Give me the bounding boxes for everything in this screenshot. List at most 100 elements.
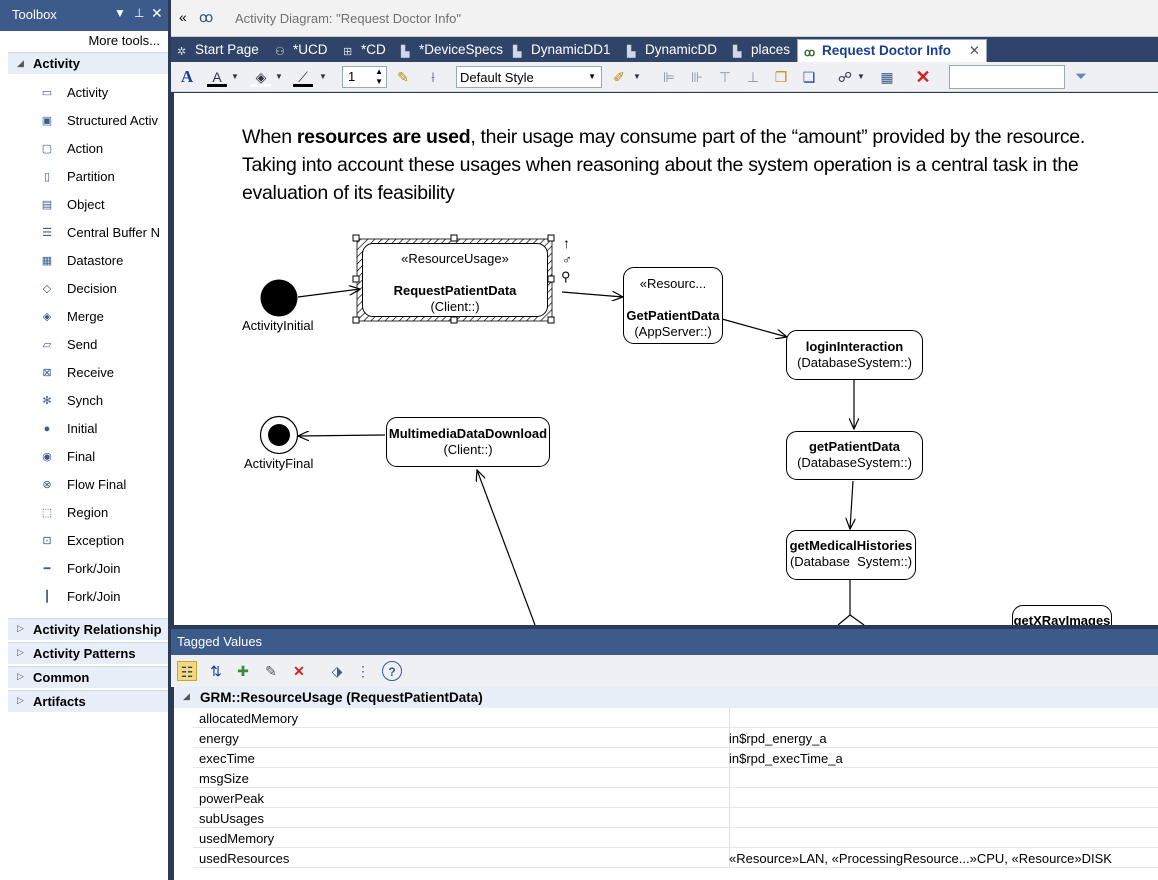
send-to-back-icon[interactable]: ❏ xyxy=(799,67,819,87)
pin-icon[interactable]: ⊥ xyxy=(134,6,144,20)
diagram-canvas[interactable]: When resources are used, their usage may… xyxy=(174,93,1158,625)
toolbox-item[interactable]: ▣ Structured Activ xyxy=(38,107,168,135)
action-request-patient-data[interactable]: «ResourceUsage» RequestPatientData (Clie… xyxy=(362,243,548,317)
flow-edge[interactable] xyxy=(298,435,386,436)
tab-cd[interactable]: ⊞ *CD xyxy=(343,39,386,62)
toolbox-section-common[interactable]: ▷ Common xyxy=(8,666,168,688)
dropdown-arrow-icon[interactable]: ▼ xyxy=(855,67,867,87)
properties-icon[interactable]: ▦ xyxy=(877,67,897,87)
tag-value[interactable]: in$rpd_execTime_a xyxy=(729,751,843,766)
align-top-icon[interactable]: ⊤ xyxy=(715,67,735,87)
bring-to-front-icon[interactable]: ❐ xyxy=(771,67,791,87)
tag-row[interactable]: subUsages xyxy=(193,808,1158,828)
toolbox-item[interactable]: ⬚ Region xyxy=(38,499,168,527)
stepper-arrows-icon[interactable]: ▲ ▼ xyxy=(375,67,383,87)
toolbox-section-artifacts[interactable]: ▷ Artifacts xyxy=(8,690,168,712)
tag-row[interactable]: msgSize xyxy=(193,768,1158,788)
dropdown-arrow-icon[interactable]: ▼ xyxy=(631,67,643,87)
properties-handle-icon[interactable]: ♂ xyxy=(562,252,572,267)
action-get-patient-data-appserver[interactable]: «Resourc... GetPatientData (AppServer::) xyxy=(623,267,723,344)
fill-color-icon[interactable]: ◈ xyxy=(251,67,271,87)
initial-node[interactable] xyxy=(260,279,298,317)
tag-row[interactable]: usedMemory xyxy=(193,828,1158,848)
action-get-medical-histories[interactable]: getMedicalHistories (Database System::) xyxy=(786,530,916,580)
help-icon[interactable]: ? xyxy=(382,661,402,681)
toolbox-item[interactable]: ◇ Decision xyxy=(38,275,168,303)
action-get-xray-images[interactable]: getXRayImages xyxy=(1012,605,1112,625)
toolbox-item[interactable]: ▭ Activity xyxy=(38,79,168,107)
quick-link-arrow-icon[interactable]: ↑ xyxy=(563,235,570,251)
toolbox-item[interactable]: ✻ Synch xyxy=(38,387,168,415)
tag-row[interactable]: energy in$rpd_energy_a xyxy=(193,728,1158,748)
toolbox-item[interactable]: ◉ Final xyxy=(38,443,168,471)
action-get-patient-data-db[interactable]: getPatientData (DatabaseSystem::) xyxy=(786,431,923,480)
flow-edge[interactable] xyxy=(837,614,851,625)
toolbox-item[interactable]: ⊡ Exception xyxy=(38,527,168,555)
eyedropper-icon[interactable]: ⟊ xyxy=(423,67,443,87)
tag-value[interactable]: «Resource»LAN, «ProcessingResource...»CP… xyxy=(729,851,1112,866)
collapse-left-icon[interactable]: « xyxy=(179,9,187,25)
tag-value[interactable]: in$rpd_energy_a xyxy=(729,731,827,746)
sort-alphabetical-icon[interactable]: ⇅ xyxy=(206,661,226,681)
toolbox-item[interactable]: ● Initial xyxy=(38,415,168,443)
zoom-icon[interactable]: ⚲ xyxy=(561,269,571,285)
tab-request-doctor-info[interactable]: ꝏ Request Doctor Info ✕ xyxy=(797,39,987,62)
toolbox-section-activity-patterns[interactable]: ▷ Activity Patterns xyxy=(8,642,168,664)
toolbox-item[interactable]: ┃ Fork/Join xyxy=(38,583,168,611)
dropdown-arrow-icon[interactable]: ▼ xyxy=(229,67,241,87)
flow-edge[interactable] xyxy=(477,470,536,625)
tab-ucd[interactable]: ⚇ *UCD xyxy=(275,39,328,62)
action-login-interaction[interactable]: loginInteraction (DatabaseSystem::) xyxy=(786,330,923,380)
toolbox-item[interactable]: ◈ Merge xyxy=(38,303,168,331)
toolbox-section-activity[interactable]: ◢ Activity xyxy=(8,52,168,74)
flow-edge[interactable] xyxy=(297,289,360,298)
tag-row[interactable]: execTime in$rpd_execTime_a xyxy=(193,748,1158,768)
action-multimedia-data-download[interactable]: MultimediaDataDownload (Client::) xyxy=(386,417,550,467)
tag-row[interactable]: allocatedMemory xyxy=(193,708,1158,728)
flow-edge[interactable] xyxy=(849,614,865,625)
toolbox-item[interactable]: ⊗ Flow Final xyxy=(38,471,168,499)
tab-dynamicdd[interactable]: ▙ DynamicDD xyxy=(627,39,717,62)
font-icon[interactable]: A xyxy=(177,67,197,87)
toolbox-item[interactable]: ▯ Partition xyxy=(38,163,168,191)
style-select[interactable]: Default Style ▼ xyxy=(456,66,602,88)
save-style-icon[interactable]: ✐ xyxy=(609,67,629,87)
toolbox-item[interactable]: ━ Fork/Join xyxy=(38,555,168,583)
tag-row[interactable]: usedResources «Resource»LAN, «ProcessingR… xyxy=(193,848,1158,868)
dropdown-icon[interactable]: ▼ xyxy=(114,6,126,20)
close-tab-icon[interactable]: ✕ xyxy=(969,43,980,59)
tag-icon[interactable]: ⬗ xyxy=(327,661,347,681)
toolbox-section-activity-relationship[interactable]: ▷ Activity Relationship xyxy=(8,618,168,640)
more-tools-link[interactable]: More tools... xyxy=(0,31,168,51)
toolbox-item[interactable]: ⊠ Receive xyxy=(38,359,168,387)
filter-icon[interactable]: ⏷ xyxy=(1071,67,1091,87)
line-color-icon[interactable]: ⟋ xyxy=(293,67,313,87)
edit-tag-icon[interactable]: ✎ xyxy=(261,661,281,681)
flow-edge[interactable] xyxy=(850,480,853,529)
align-right-icon[interactable]: ⊪ xyxy=(687,67,707,87)
toolbox-item[interactable]: ☰ Central Buffer N xyxy=(38,219,168,247)
line-width-stepper[interactable]: 1 ▲ ▼ xyxy=(342,66,387,88)
tab-start-page[interactable]: ✲ Start Page xyxy=(177,39,259,62)
delete-icon[interactable]: ✕ xyxy=(913,67,933,87)
align-bottom-icon[interactable]: ⊥ xyxy=(743,67,763,87)
new-tag-icon[interactable]: ✚ xyxy=(233,661,253,681)
dropdown-arrow-icon[interactable]: ▼ xyxy=(317,67,329,87)
delete-tag-icon[interactable]: ✕ xyxy=(289,661,309,681)
tag-row[interactable]: powerPeak xyxy=(193,788,1158,808)
toolbox-item[interactable]: ▤ Object xyxy=(38,191,168,219)
flow-edge[interactable] xyxy=(561,292,623,297)
layout-icon[interactable]: ☍ xyxy=(835,67,855,87)
list-options-icon[interactable]: ⋮ xyxy=(353,661,373,681)
dropdown-arrow-icon[interactable]: ▼ xyxy=(273,67,285,87)
font-color-icon[interactable]: A xyxy=(207,67,227,87)
expanded-triangle-icon[interactable]: ◢ xyxy=(183,691,190,702)
close-icon[interactable]: ✕ xyxy=(151,5,163,22)
tab-devicespecs[interactable]: ▙ *DeviceSpecs xyxy=(401,39,503,62)
toolbox-item[interactable]: ▱ Send xyxy=(38,331,168,359)
toolbox-item[interactable]: ▢ Action xyxy=(38,135,168,163)
categorized-view-icon[interactable]: ☷ xyxy=(177,661,197,681)
tab-places[interactable]: ▙ places xyxy=(733,39,790,62)
align-left-icon[interactable]: ⊫ xyxy=(659,67,679,87)
search-input[interactable] xyxy=(949,65,1065,89)
